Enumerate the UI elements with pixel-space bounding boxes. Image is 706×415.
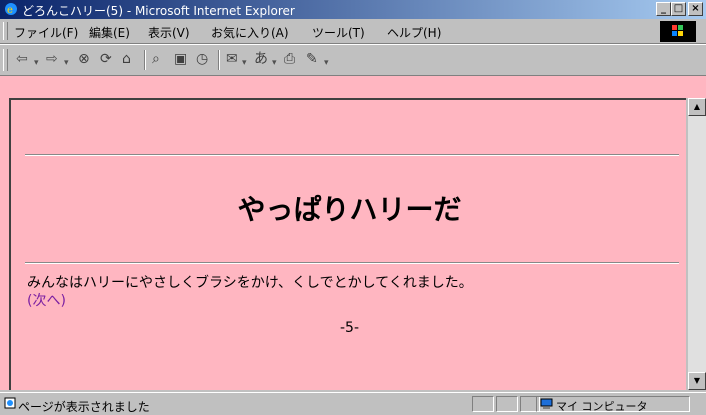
stop-icon[interactable]: ⊗ <box>78 51 90 67</box>
maximize-button[interactable]: □ <box>671 2 686 16</box>
page-heading: やっぱりハリーだ <box>237 193 462 226</box>
status-panel <box>472 396 494 412</box>
next-link[interactable]: (次へ) <box>27 290 66 310</box>
forward-dropdown-icon[interactable]: ▾ <box>64 55 69 71</box>
status-bar: ページが表示されました マイ コンピュータ <box>0 392 706 415</box>
mail-icon[interactable]: ✉ <box>226 51 238 67</box>
svg-text:e: e <box>7 5 13 16</box>
scroll-down-button[interactable]: ▼ <box>688 372 706 390</box>
window-title: どろんこハリー(5) - Microsoft Internet Explorer <box>22 4 295 18</box>
home-icon[interactable]: ⌂ <box>122 51 131 67</box>
content-frame-left <box>0 76 9 390</box>
forward-icon[interactable]: ⇨ <box>46 51 58 67</box>
status-panel <box>496 396 518 412</box>
minimize-button[interactable]: _ <box>656 2 671 16</box>
menu-help[interactable]: ヘルプ(H) <box>387 24 441 41</box>
horizontal-rule <box>25 262 679 264</box>
content-frame-top <box>0 76 706 98</box>
vertical-scrollbar[interactable]: ▲ ▼ <box>688 98 706 390</box>
menu-edit[interactable]: 編集(E) <box>89 24 130 41</box>
scroll-up-button[interactable]: ▲ <box>688 98 706 116</box>
computer-icon <box>540 398 553 409</box>
menu-favorites[interactable]: お気に入り(A) <box>211 24 289 41</box>
page-number: -5- <box>339 320 359 336</box>
page-icon <box>4 397 16 409</box>
toolbar-grip[interactable] <box>3 49 8 71</box>
back-dropdown-icon[interactable]: ▾ <box>34 55 39 71</box>
page-content: やっぱりハリーだ みんなはハリーにやさしくブラシをかけ、くしでとかしてくれました… <box>9 98 686 390</box>
edit-dropdown-icon[interactable]: ▾ <box>324 55 329 71</box>
print-icon[interactable]: ⎙ <box>284 51 295 67</box>
title-bar: e どろんこハリー(5) - Microsoft Internet Explor… <box>0 0 706 19</box>
favorites-icon[interactable]: ▣ <box>174 51 187 67</box>
toolbar-separator <box>144 50 146 70</box>
back-icon[interactable]: ⇦ <box>16 51 28 67</box>
refresh-icon[interactable]: ⟳ <box>100 51 112 67</box>
toolbar: ⇦ ▾ ⇨ ▾ ⊗ ⟳ ⌂ ⌕ ▣ ◷ ✉ ▾ あ ▾ ⎙ ✎ ▾ <box>0 44 706 76</box>
menu-grip[interactable] <box>3 22 8 40</box>
status-text: ページが表示されました <box>18 400 150 414</box>
menu-bar: ファイル(F) 編集(E) 表示(V) お気に入り(A) ツール(T) ヘルプ(… <box>0 19 706 44</box>
windows-logo <box>660 21 696 42</box>
horizontal-rule <box>25 154 679 156</box>
encoding-icon[interactable]: あ <box>254 51 268 67</box>
ie-logo-icon: e <box>5 3 17 16</box>
encoding-dropdown-icon[interactable]: ▾ <box>272 55 277 71</box>
history-icon[interactable]: ◷ <box>196 51 208 67</box>
menu-view[interactable]: 表示(V) <box>148 24 190 41</box>
security-zone: マイ コンピュータ <box>556 400 648 413</box>
close-button[interactable]: × <box>688 2 703 16</box>
story-text: みんなはハリーにやさしくブラシをかけ、くしでとかしてくれました。 <box>27 275 473 291</box>
toolbar-separator <box>218 50 220 70</box>
mail-dropdown-icon[interactable]: ▾ <box>242 55 247 71</box>
menu-tools[interactable]: ツール(T) <box>312 24 365 41</box>
search-icon[interactable]: ⌕ <box>152 51 160 67</box>
edit-icon[interactable]: ✎ <box>306 51 318 67</box>
menu-file[interactable]: ファイル(F) <box>14 24 78 41</box>
